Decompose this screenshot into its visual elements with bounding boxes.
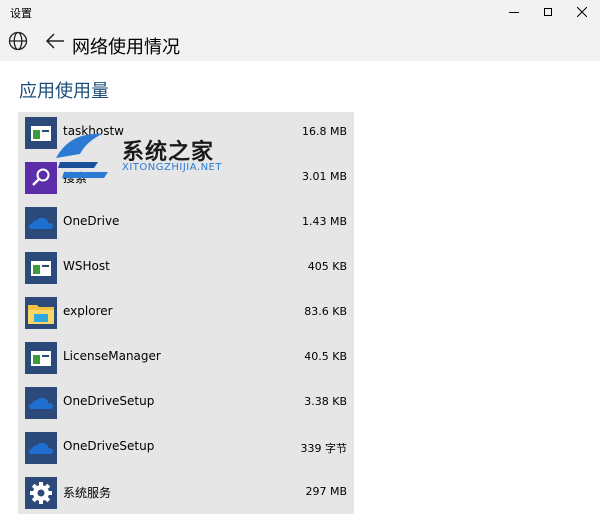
list-item[interactable]: 系统服务 297 MB: [18, 476, 354, 521]
section-title: 应用使用量: [19, 81, 109, 102]
page-title: 网络使用情况: [72, 37, 180, 58]
onedrive-cloud-icon: [25, 432, 57, 464]
gear-icon: [25, 477, 57, 509]
app-name: explorer: [63, 304, 113, 318]
app-name: OneDriveSetup: [63, 394, 155, 408]
close-button[interactable]: [565, 0, 599, 24]
list-item[interactable]: OneDriveSetup 3.38 KB: [18, 386, 354, 431]
minimize-icon: [509, 11, 519, 13]
app-data-usage: 83.6 KB: [304, 305, 347, 318]
app-name: 搜索: [63, 171, 88, 185]
globe-icon[interactable]: [8, 31, 28, 55]
onedrive-cloud-icon: [25, 207, 57, 239]
maximize-button[interactable]: [531, 0, 565, 24]
app-name: LicenseManager: [63, 349, 161, 363]
window-title: 设置: [10, 7, 32, 20]
title-bar: 设置: [0, 0, 600, 24]
app-name: taskhostw: [63, 124, 124, 138]
list-item[interactable]: LicenseManager 40.5 KB: [18, 341, 354, 386]
app-name: 系统服务: [63, 486, 112, 500]
app-usage-list: taskhostw 16.8 MB 搜索 3.01 MB OneDrive 1.…: [18, 112, 354, 514]
list-item[interactable]: explorer 83.6 KB: [18, 296, 354, 341]
app-data-usage: 40.5 KB: [304, 350, 347, 363]
app-data-usage: 3.01 MB: [301, 170, 347, 183]
list-item[interactable]: taskhostw 16.8 MB: [18, 116, 354, 161]
page-header: 网络使用情况: [0, 24, 600, 61]
app-data-usage: 16.8 MB: [301, 125, 347, 138]
list-item[interactable]: OneDriveSetup 339 字节: [18, 431, 354, 476]
list-item[interactable]: 搜索 3.01 MB: [18, 161, 354, 206]
maximize-icon: [544, 8, 552, 16]
search-icon: [25, 162, 57, 194]
app-name: OneDriveSetup: [63, 439, 155, 453]
app-data-usage: 3.38 KB: [304, 395, 347, 408]
app-name: WSHost: [63, 259, 110, 273]
list-item[interactable]: WSHost 405 KB: [18, 251, 354, 296]
window-app-icon: [25, 342, 57, 374]
app-data-usage: 405 KB: [307, 260, 347, 273]
close-icon: [577, 7, 587, 17]
app-data-usage: 339 字节: [300, 442, 348, 455]
back-arrow-icon[interactable]: [44, 31, 66, 55]
window-app-icon: [25, 117, 57, 149]
minimize-button[interactable]: [497, 0, 531, 24]
window-app-icon: [25, 252, 57, 284]
list-item[interactable]: OneDrive 1.43 MB: [18, 206, 354, 251]
onedrive-cloud-icon: [25, 387, 57, 419]
app-name: OneDrive: [63, 214, 120, 228]
folder-icon: [25, 297, 57, 329]
app-data-usage: 297 MB: [305, 485, 347, 498]
app-data-usage: 1.43 MB: [301, 215, 347, 228]
